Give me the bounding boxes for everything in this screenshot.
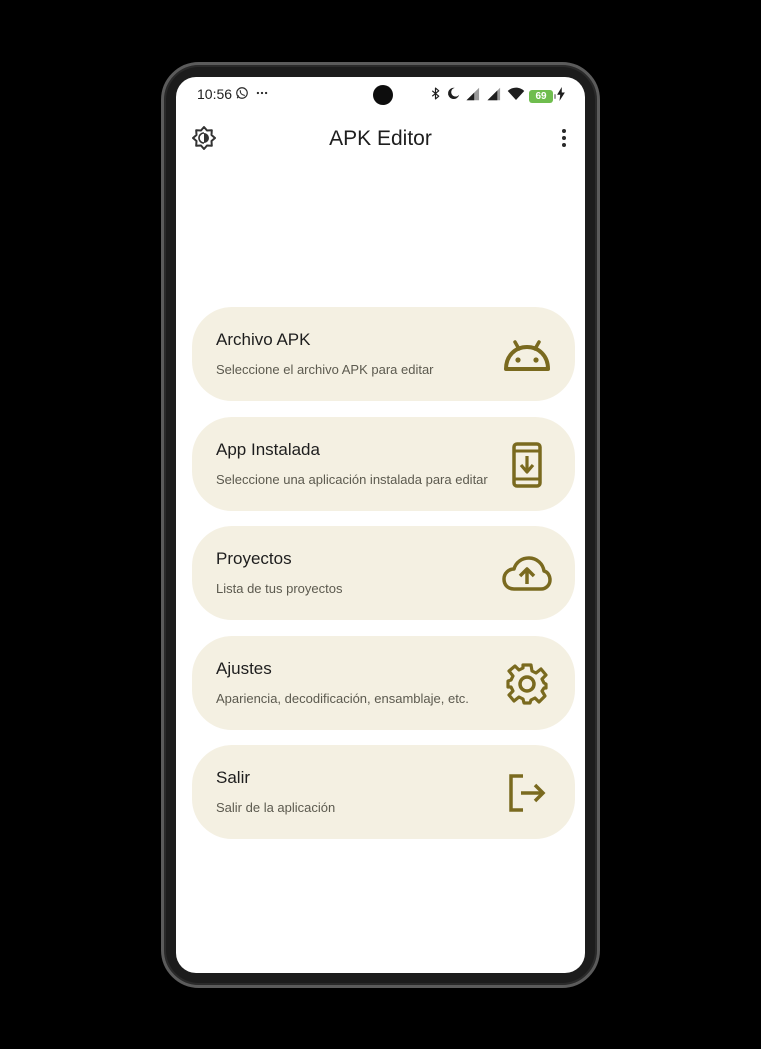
- menu-item-archivo-apk[interactable]: Archivo APK Seleccione el archivo APK pa…: [192, 307, 575, 401]
- cloud-upload-icon: [502, 549, 552, 599]
- app-title: APK Editor: [329, 127, 432, 150]
- menu-item-title: Salir: [216, 768, 251, 787]
- menu-item-subtitle: Apariencia, decodificación, ensamblaje, …: [216, 690, 469, 706]
- menu-item-subtitle: Lista de tus proyectos: [216, 581, 343, 596]
- menu-item-title: Archivo APK: [216, 330, 311, 349]
- more-vert-icon[interactable]: [557, 125, 571, 151]
- battery-icon: 69: [529, 89, 556, 103]
- wifi-icon: [507, 87, 525, 106]
- menu-item-proyectos[interactable]: Proyectos Lista de tus proyectos: [192, 526, 575, 620]
- notification-icons: [235, 86, 269, 105]
- front-camera: [373, 85, 393, 105]
- battery-level: 69: [535, 90, 547, 102]
- menu-item-subtitle: Seleccione el archivo APK para editar: [216, 362, 434, 377]
- system-icons: 69: [429, 86, 565, 106]
- main-menu: Archivo APK Seleccione el archivo APK pa…: [192, 307, 575, 855]
- phone-screen: 10:56 69 APK Editor Archivo APK Seleccio…: [176, 77, 585, 973]
- app-bar: APK Editor: [176, 117, 585, 161]
- charging-icon: [557, 86, 565, 106]
- signal-icon: [465, 87, 482, 106]
- phone-frame: 10:56 69 APK Editor Archivo APK Seleccio…: [161, 62, 600, 988]
- more-notifications-icon: [255, 86, 269, 105]
- signal-icon: [486, 87, 503, 106]
- menu-item-title: App Instalada: [216, 439, 320, 459]
- logout-icon: [502, 768, 552, 818]
- menu-item-subtitle: Salir de la aplicación: [216, 800, 336, 815]
- install-mobile-icon: [502, 440, 552, 490]
- bluetooth-icon: [429, 86, 442, 106]
- do-not-disturb-icon: [446, 86, 461, 106]
- gear-icon: [502, 659, 552, 709]
- android-icon: [502, 330, 552, 380]
- menu-item-salir[interactable]: Salir Salir de la aplicación: [192, 745, 575, 839]
- menu-item-app-instalada[interactable]: App Instalada Seleccione una aplicación …: [192, 416, 575, 511]
- menu-item-title: Ajustes: [216, 658, 272, 678]
- status-time: 10:56: [197, 86, 233, 102]
- menu-item-ajustes[interactable]: Ajustes Apariencia, decodificación, ensa…: [192, 635, 575, 730]
- menu-item-subtitle: Seleccione una aplicación instalada para…: [216, 471, 488, 487]
- whatsapp-icon: [235, 86, 249, 105]
- status-bar: 10:56 69: [176, 77, 585, 111]
- menu-item-title: Proyectos: [216, 549, 292, 568]
